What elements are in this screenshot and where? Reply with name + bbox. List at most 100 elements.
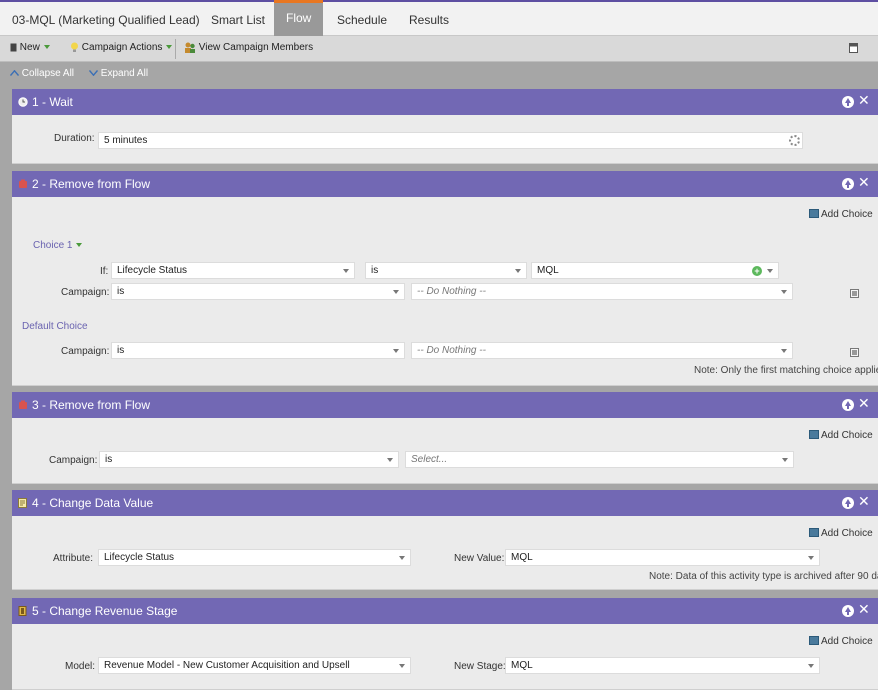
add-value-icon[interactable]: +: [752, 266, 762, 276]
tab-schedule[interactable]: Schedule: [325, 2, 399, 36]
campaign-value-text: Select...: [411, 454, 448, 465]
move-up-icon[interactable]: [842, 497, 854, 509]
archive-note: Note: Data of this activity type is arch…: [649, 571, 878, 582]
close-icon[interactable]: ✕: [858, 603, 870, 617]
step-header[interactable]: 3 - Remove from Flow ✕: [12, 392, 878, 418]
step-header[interactable]: 4 - Change Data Value ✕: [12, 490, 878, 516]
if-value-select[interactable]: MQL +: [531, 262, 779, 279]
new-icon: [10, 43, 17, 52]
new-caret-icon: [43, 45, 50, 50]
collapse-icon: [10, 70, 19, 77]
campaign-value-select[interactable]: -- Do Nothing --: [411, 283, 793, 300]
print-icon[interactable]: [849, 43, 858, 53]
add-choice-label: Add Choice: [821, 528, 873, 539]
add-choice-button[interactable]: Add Choice: [809, 528, 873, 539]
add-choice-button[interactable]: Add Choice: [809, 636, 873, 647]
chevron-down-icon: [781, 349, 787, 353]
step-body: Duration: 5 minutes: [12, 115, 878, 164]
if-attribute-select[interactable]: Lifecycle Status: [111, 262, 355, 279]
choice-1-label[interactable]: Choice 1: [33, 240, 83, 251]
new-value-select[interactable]: MQL: [505, 549, 820, 566]
tab-smart-list[interactable]: Smart List: [199, 2, 277, 36]
remove-flow-icon: [19, 400, 27, 409]
if-attribute-value: Lifecycle Status: [117, 265, 188, 276]
campaign-actions-button[interactable]: Campaign Actions: [70, 36, 173, 62]
chevron-down-icon: [399, 556, 405, 560]
gear-icon[interactable]: [789, 135, 800, 146]
chevron-down-icon: [393, 290, 399, 294]
close-icon[interactable]: ✕: [858, 495, 870, 509]
add-choice-label: Add Choice: [821, 209, 873, 220]
if-operator-select[interactable]: is: [365, 262, 527, 279]
collapse-all-button[interactable]: Collapse All: [10, 62, 74, 86]
campaign-operator-select[interactable]: is: [99, 451, 399, 468]
flow-step-wait: 1 - Wait ✕ Duration: 5 minutes: [12, 89, 878, 164]
move-up-icon[interactable]: [842, 178, 854, 190]
new-stage-value: MQL: [511, 660, 533, 671]
step-header[interactable]: 2 - Remove from Flow ✕: [12, 171, 878, 197]
toolbar-divider: [175, 39, 176, 59]
flow-step-change-revenue-stage: 5 - Change Revenue Stage ✕ Add Choice Mo…: [12, 598, 878, 690]
new-label: New: [19, 42, 40, 53]
tab-results[interactable]: Results: [397, 2, 461, 36]
choice-1-caret-icon: [76, 243, 83, 248]
model-value: Revenue Model - New Customer Acquisition…: [104, 660, 350, 671]
if-label: If:: [100, 266, 109, 277]
move-up-icon[interactable]: [842, 96, 854, 108]
step-title: 4 - Change Data Value: [32, 496, 154, 510]
new-stage-select[interactable]: MQL: [505, 657, 820, 674]
duration-value: 5 minutes: [104, 135, 148, 146]
step-title: 3 - Remove from Flow: [32, 398, 151, 412]
campaign-value-select[interactable]: Select...: [405, 451, 794, 468]
campaign-actions-label: Campaign Actions: [81, 42, 163, 53]
choice-1-text: Choice 1: [33, 240, 73, 251]
chevron-down-icon: [808, 664, 814, 668]
new-stage-label: New Stage:: [454, 661, 506, 672]
tab-campaign-name[interactable]: 03-MQL (Marketing Qualified Lead): [0, 2, 212, 36]
delete-choice-icon[interactable]: [850, 289, 859, 298]
step-header[interactable]: 5 - Change Revenue Stage ✕: [12, 598, 878, 624]
step-title: 1 - Wait: [32, 95, 73, 109]
close-icon[interactable]: ✕: [858, 94, 870, 108]
view-campaign-members-button[interactable]: View Campaign Members: [184, 36, 313, 62]
campaign-operator-select[interactable]: is: [111, 283, 405, 300]
add-choice-button[interactable]: Add Choice: [809, 430, 873, 441]
tab-flow[interactable]: Flow: [274, 0, 324, 36]
step-title: 5 - Change Revenue Stage: [32, 604, 178, 618]
close-icon[interactable]: ✕: [858, 397, 870, 411]
chevron-down-icon: [767, 269, 773, 273]
default-campaign-value-select[interactable]: -- Do Nothing --: [411, 342, 793, 359]
new-button[interactable]: New: [10, 36, 50, 62]
model-select[interactable]: Revenue Model - New Customer Acquisition…: [98, 657, 411, 674]
duration-label: Duration:: [54, 133, 95, 144]
add-choice-label: Add Choice: [821, 430, 873, 441]
step-body: Add Choice Campaign: is Select...: [12, 418, 878, 484]
edit-data-icon: [18, 498, 27, 508]
clock-icon: [18, 97, 28, 107]
flow-step-remove-from-flow-2: 3 - Remove from Flow ✕ Add Choice Campai…: [12, 392, 878, 484]
campaign-operator-value: is: [117, 286, 125, 297]
default-campaign-operator-select[interactable]: is: [111, 342, 405, 359]
duration-input[interactable]: 5 minutes: [98, 132, 803, 149]
collapse-all-label: Collapse All: [21, 68, 75, 79]
campaign-operator-value: is: [105, 454, 113, 465]
expand-icon: [89, 70, 98, 77]
chevron-down-icon: [808, 556, 814, 560]
move-up-icon[interactable]: [842, 399, 854, 411]
add-choice-button[interactable]: Add Choice: [809, 209, 873, 220]
step-header[interactable]: 1 - Wait ✕: [12, 89, 878, 115]
close-icon[interactable]: ✕: [858, 176, 870, 190]
campaign-label: Campaign:: [49, 455, 98, 466]
attribute-select[interactable]: Lifecycle Status: [98, 549, 411, 566]
step-body: Add Choice Choice 1 If: Lifecycle Status…: [12, 197, 878, 386]
default-campaign-label: Campaign:: [61, 346, 110, 357]
chevron-down-icon: [393, 349, 399, 353]
move-up-icon[interactable]: [842, 605, 854, 617]
first-match-note: Note: Only the first matching choice app…: [694, 365, 878, 376]
revenue-stage-icon: [18, 606, 27, 616]
default-campaign-value-text: -- Do Nothing --: [417, 345, 486, 356]
delete-default-choice-icon[interactable]: [850, 348, 859, 357]
chevron-down-icon: [515, 269, 521, 273]
if-value-text: MQL: [537, 265, 559, 276]
expand-all-button[interactable]: Expand All: [89, 62, 148, 86]
